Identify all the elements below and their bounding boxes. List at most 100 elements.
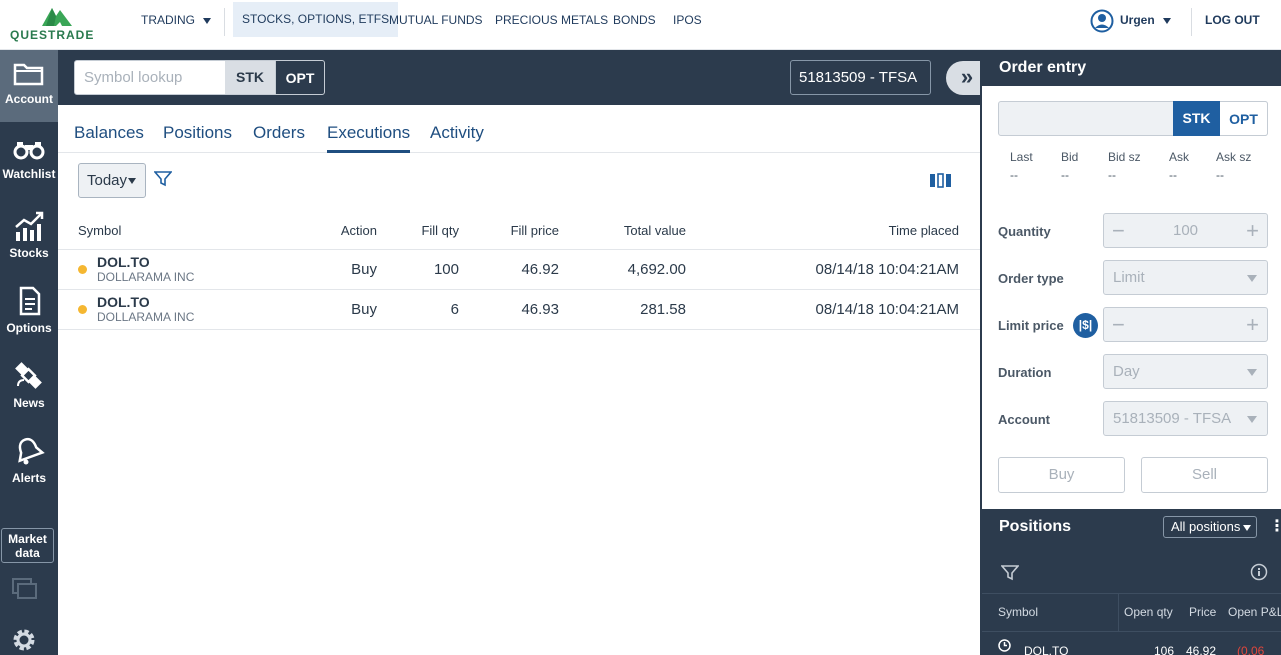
tab-positions[interactable]: Positions	[163, 123, 232, 153]
sidebar-item-watchlist[interactable]: Watchlist	[0, 125, 58, 197]
column-header-action[interactable]: Action	[298, 213, 377, 250]
total-value-cell: 4,692.00	[559, 249, 686, 290]
plus-icon[interactable]: +	[1246, 214, 1259, 247]
user-menu[interactable]: Urgen	[1090, 0, 1171, 40]
sell-button[interactable]: Sell	[1141, 457, 1268, 493]
nav-stocks-options-etfs[interactable]: STOCKS, OPTIONS, ETFS	[233, 2, 399, 37]
info-icon[interactable]	[1250, 563, 1268, 581]
tab-balances[interactable]: Balances	[74, 123, 144, 153]
column-header-time-placed[interactable]: Time placed	[686, 213, 959, 250]
nav-bonds[interactable]: BONDS	[613, 0, 656, 40]
sidebar-item-options[interactable]: Options	[0, 275, 58, 347]
position-row[interactable]: DOL.TO 106 46.92 (0.06	[982, 631, 1281, 655]
column-header-symbol[interactable]: Symbol	[998, 605, 1038, 619]
stk-toggle[interactable]: STK	[225, 61, 275, 94]
sidebar-item-alerts[interactable]: Alerts	[0, 425, 58, 497]
column-header-open-pnl[interactable]: Open P&L	[1228, 605, 1281, 619]
nav-mutual-funds[interactable]: MUTUAL FUNDS	[389, 0, 483, 40]
limit-price-stepper[interactable]: − +	[1103, 307, 1268, 342]
account-select[interactable]: 51813509 - TFSA	[1103, 401, 1268, 436]
tab-orders[interactable]: Orders	[253, 123, 305, 153]
table-row[interactable]: DOL.TO DOLLARAMA INC Buy 100 46.92 4,692.…	[58, 249, 980, 290]
opt-toggle[interactable]: OPT	[275, 60, 325, 95]
symbol-stack: DOL.TO DOLLARAMA INC	[97, 255, 194, 284]
user-avatar-icon	[1090, 9, 1114, 33]
symbol-ticker: DOL.TO	[97, 293, 150, 310]
nav-precious-metals[interactable]: PRECIOUS METALS	[495, 0, 608, 40]
action-cell: Buy	[298, 249, 377, 290]
column-header-total-value[interactable]: Total value	[559, 213, 686, 250]
tab-executions[interactable]: Executions	[327, 123, 411, 153]
nav-trading[interactable]: TRADING	[141, 0, 211, 40]
quote-value: --	[1169, 168, 1177, 182]
account-value: 51813509 - TFSA	[1113, 410, 1232, 427]
sidebar-item-news[interactable]: News	[0, 350, 58, 422]
currency-badge[interactable]: |$|	[1073, 313, 1098, 338]
limit-price-label: Limit price	[998, 318, 1064, 333]
quote-label: Bid	[1061, 150, 1079, 164]
plus-icon[interactable]: +	[1246, 308, 1259, 341]
more-options-icon[interactable]: ⋮	[1269, 509, 1281, 545]
symbol-name: DOLLARAMA INC	[97, 269, 195, 284]
filter-icon[interactable]	[154, 171, 172, 187]
order-opt-toggle[interactable]: OPT	[1220, 101, 1268, 136]
quote-bid-size: Bid sz --	[1108, 150, 1141, 182]
chevron-down-icon	[128, 178, 137, 185]
market-data-button[interactable]: Market data	[1, 528, 54, 563]
period-select[interactable]: Today	[78, 163, 146, 198]
duration-label: Duration	[998, 365, 1052, 380]
column-header-fill-price[interactable]: Fill price	[459, 213, 559, 250]
account-tabs: Balances Positions Orders Executions Act…	[58, 105, 980, 153]
positions-filter-select[interactable]: All positions	[1163, 516, 1257, 538]
table-row[interactable]: DOL.TO DOLLARAMA INC Buy 6 46.93 281.58 0…	[58, 289, 980, 330]
quantity-value: 100	[1172, 222, 1199, 239]
chevron-down-icon	[1162, 17, 1171, 24]
order-type-select[interactable]: Limit	[1103, 260, 1268, 295]
windows-icon[interactable]	[12, 578, 38, 600]
symbol-lookup-group: STK OPT	[74, 60, 325, 95]
nav-ipos[interactable]: IPOS	[673, 0, 702, 40]
column-header-symbol[interactable]: Symbol	[58, 213, 298, 250]
collapse-panel-button[interactable]: »	[946, 61, 984, 95]
quote-label: Ask sz	[1216, 150, 1252, 164]
buy-button[interactable]: Buy	[998, 457, 1125, 493]
fill-price-cell: 46.93	[459, 289, 559, 330]
order-stk-toggle[interactable]: STK	[1173, 101, 1220, 136]
tab-activity[interactable]: Activity	[430, 123, 484, 153]
quote-value: --	[1216, 168, 1224, 182]
symbol-lookup-input[interactable]	[75, 61, 225, 94]
sidebar-item-label: Options	[6, 321, 52, 335]
options-document-icon	[19, 286, 41, 316]
satellite-icon	[15, 362, 42, 389]
quote-label: Bid sz	[1108, 150, 1141, 164]
sidebar-item-label: News	[13, 396, 45, 410]
minus-icon[interactable]: −	[1112, 308, 1125, 341]
quote-value: --	[1010, 168, 1018, 182]
column-header-price[interactable]: Price	[1189, 605, 1216, 619]
filter-icon[interactable]	[1001, 565, 1019, 581]
left-sidebar: Account Watchlist Stocks Options News Al…	[0, 50, 58, 655]
column-header-fill-qty[interactable]: Fill qty	[377, 213, 459, 250]
questrade-logo[interactable]: QUESTRADE	[10, 4, 105, 44]
account-selector[interactable]: 51813509 - TFSA	[790, 60, 931, 115]
quote-bid: Bid --	[1061, 150, 1078, 182]
column-header-open-qty[interactable]: Open qty	[1124, 605, 1173, 619]
position-pnl: (0.06	[1237, 644, 1265, 655]
chevron-down-icon	[1247, 369, 1257, 376]
chevron-down-icon	[1243, 524, 1252, 531]
positions-panel-title: Positions	[999, 518, 1072, 535]
main-toolbar: STK OPT 51813509 - TFSA »	[58, 50, 984, 115]
quote-last: Last --	[1010, 150, 1033, 182]
order-symbol-input[interactable]: STK OPT	[998, 101, 1268, 136]
duration-select[interactable]: Day	[1103, 354, 1268, 389]
logo-wordmark: QUESTRADE	[10, 28, 95, 42]
nav-divider	[224, 8, 225, 36]
columns-icon[interactable]	[930, 173, 954, 188]
quantity-stepper[interactable]: − 100 +	[1103, 213, 1268, 248]
gear-icon[interactable]	[11, 627, 37, 653]
sidebar-item-label: Account	[5, 92, 53, 106]
logout-link[interactable]: LOG OUT	[1205, 0, 1260, 40]
symbol-ticker: DOL.TO	[97, 253, 150, 270]
sidebar-item-stocks[interactable]: Stocks	[0, 200, 58, 272]
sidebar-item-account[interactable]: Account	[0, 50, 58, 122]
